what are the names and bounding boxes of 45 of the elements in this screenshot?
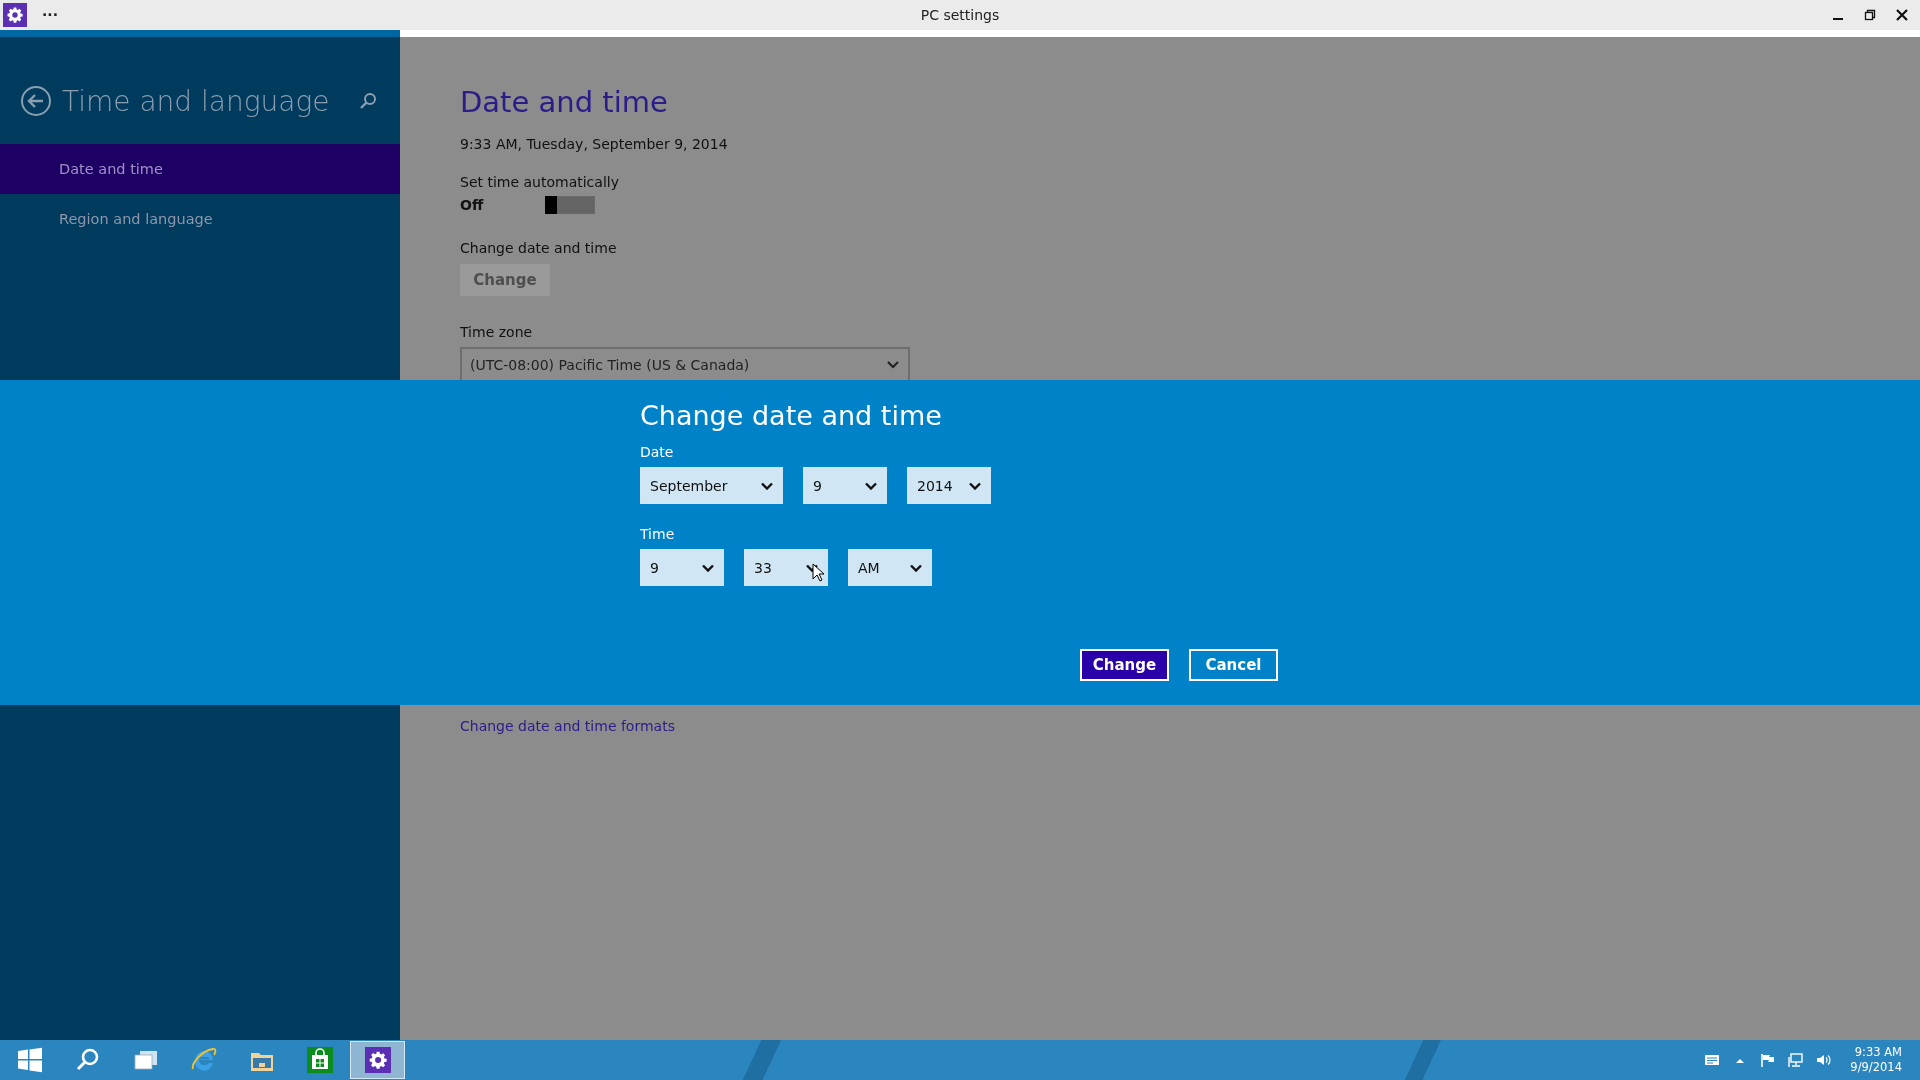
- formats-link[interactable]: Change date and time formats: [460, 718, 675, 734]
- dropdown[interactable]: 2014: [907, 467, 991, 504]
- chevron-down-icon: [865, 481, 877, 490]
- sidebar-item[interactable]: Date and time: [0, 144, 400, 194]
- speaker-icon[interactable]: [1816, 1052, 1833, 1068]
- clock-date[interactable]: 9/9/2014: [1850, 1060, 1902, 1075]
- message-icon[interactable]: [1704, 1052, 1721, 1068]
- setting-label: Change date and time: [460, 240, 617, 256]
- settings-icon: [364, 1047, 391, 1073]
- shopping-bag-icon: [306, 1047, 333, 1073]
- cancel-button[interactable]: Cancel: [1189, 649, 1278, 681]
- page-heading: Date and time: [460, 85, 668, 119]
- sidebar-title: Time and language: [62, 84, 330, 118]
- dropdown[interactable]: AM: [848, 549, 932, 586]
- current-time-text: 9:33 AM, Tuesday, September 9, 2014: [460, 136, 728, 152]
- dialog-title: Change date and time: [640, 400, 943, 431]
- sidebar-item[interactable]: Region and language: [0, 194, 400, 244]
- chevron-down-icon: [761, 481, 773, 490]
- field-label: Date: [640, 444, 675, 460]
- change-button[interactable]: Change: [1080, 649, 1169, 681]
- settings-app-icon[interactable]: [3, 3, 27, 27]
- windows-logo-icon: [16, 1047, 43, 1073]
- back-icon[interactable]: [20, 85, 52, 117]
- dropdown[interactable]: 9: [803, 467, 887, 504]
- toggle-switch[interactable]: [545, 196, 595, 214]
- taskbar-button[interactable]: [350, 1041, 405, 1079]
- dropdown[interactable]: 9: [640, 549, 724, 586]
- chevron-down-icon: [969, 481, 981, 490]
- field-label: Time: [640, 526, 676, 542]
- menu-button[interactable]: ···: [42, 7, 58, 23]
- clock-time[interactable]: 9:33 AM: [1854, 1045, 1902, 1060]
- mouse-cursor-icon: [812, 563, 824, 582]
- browser-e-icon: [190, 1047, 217, 1073]
- chevron-down-icon: [702, 563, 714, 572]
- search-icon: [74, 1047, 101, 1073]
- dropdown[interactable]: September: [640, 467, 783, 504]
- network-icon[interactable]: [1788, 1052, 1805, 1068]
- setting-label: Time zone: [460, 324, 533, 340]
- setting-label: Set time automatically: [460, 174, 619, 190]
- chevron-down-icon: [910, 563, 922, 572]
- dropdown[interactable]: 33: [744, 549, 828, 586]
- window-title: PC settings: [920, 7, 1000, 23]
- flag-icon[interactable]: [1760, 1052, 1777, 1068]
- toggle-state-text: Off: [460, 197, 485, 213]
- search-icon[interactable]: [359, 92, 377, 110]
